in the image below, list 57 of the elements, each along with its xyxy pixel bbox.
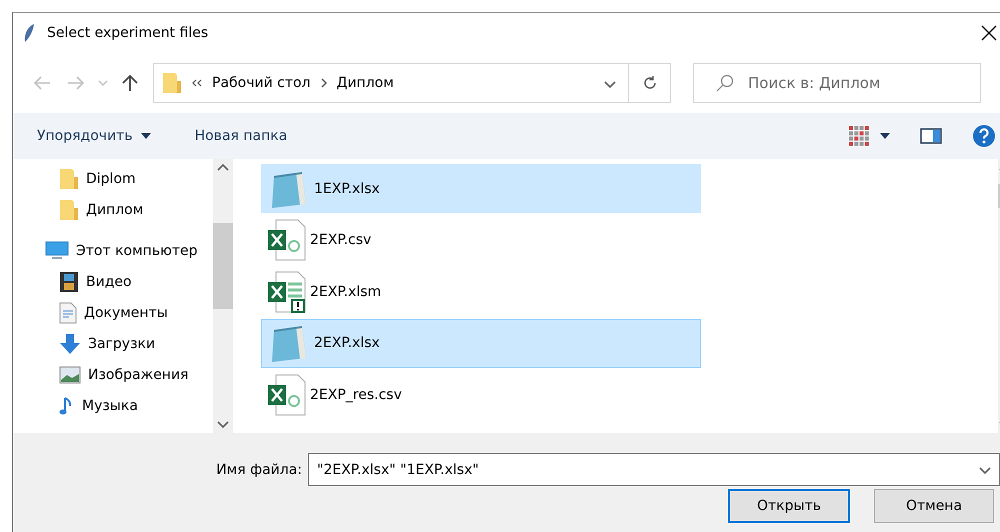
double-chevron-icon xyxy=(192,79,202,87)
folder-icon xyxy=(59,198,79,222)
breadcrumb[interactable]: Диплом xyxy=(336,75,394,91)
filename-field[interactable]: "2EXP.xlsx" "1EXP.xlsx" xyxy=(308,453,1000,486)
folder-icon xyxy=(59,166,79,190)
document-icon xyxy=(59,302,77,324)
arrow-right-icon xyxy=(67,76,85,90)
file-row[interactable]: 2EXP.xlsx xyxy=(261,318,701,368)
sidebar-item[interactable]: Загрузки xyxy=(13,328,213,359)
file-row[interactable]: 2EXP_res.csv xyxy=(261,370,701,419)
cancel-button[interactable]: Отмена xyxy=(874,489,994,523)
sidebar-item[interactable]: Диплом xyxy=(13,194,213,225)
arrow-up-icon xyxy=(122,74,138,92)
caret-icon xyxy=(880,133,890,139)
sidebar-item[interactable]: Этот компьютер xyxy=(13,235,213,266)
help-icon xyxy=(972,124,996,148)
window-title: Select experiment files xyxy=(47,25,210,41)
chevron-down-icon xyxy=(98,80,108,86)
sidebar-scrollbar[interactable] xyxy=(213,159,233,433)
folder-icon xyxy=(162,71,182,95)
chevron-down-icon xyxy=(604,80,616,88)
film-icon xyxy=(59,270,79,292)
image-icon xyxy=(59,366,81,384)
grid-icon xyxy=(848,125,870,147)
chevron-right-icon xyxy=(320,78,327,88)
sidebar-item[interactable]: Изображения xyxy=(13,359,213,390)
chevron-up-icon xyxy=(217,163,229,171)
address-bar[interactable]: Рабочий стол Диплом xyxy=(153,63,671,103)
pane-icon xyxy=(920,128,942,144)
filename-input[interactable]: "2EXP.xlsx" "1EXP.xlsx" xyxy=(315,460,971,478)
breadcrumb[interactable]: Рабочий стол xyxy=(212,75,311,91)
feather-icon xyxy=(23,23,35,43)
file-row[interactable]: 2EXP.csv xyxy=(261,216,701,264)
chevron-down-icon xyxy=(979,467,991,475)
file-row[interactable]: 2EXP.xlsm xyxy=(261,267,701,316)
refresh-icon xyxy=(642,75,658,91)
sidebar-item[interactable]: Diplom xyxy=(13,163,213,194)
organize-button[interactable]: Упорядочить xyxy=(27,124,161,148)
search-field[interactable]: Поиск в: Диплом xyxy=(693,63,981,103)
sidebar-item[interactable]: Музыка xyxy=(13,390,213,421)
caret-icon xyxy=(140,133,151,139)
sidebar-item[interactable]: Видео xyxy=(13,266,213,297)
open-button[interactable]: Открыть xyxy=(728,489,850,523)
filename-label: Имя файла: xyxy=(216,462,302,478)
download-arrow-icon xyxy=(59,332,81,354)
spreadsheet-file-icon xyxy=(266,218,306,262)
new-folder-button[interactable]: Новая папка xyxy=(184,124,298,148)
spreadsheet-file-icon xyxy=(266,372,306,416)
search-input[interactable]: Поиск в: Диплом xyxy=(748,74,968,92)
close-icon xyxy=(981,25,997,41)
sidebar-item[interactable]: Документы xyxy=(13,297,213,328)
search-icon xyxy=(716,74,734,92)
spreadsheet-file-icon xyxy=(266,270,306,314)
arrow-left-icon xyxy=(33,76,51,90)
file-row[interactable]: 1EXP.xlsx xyxy=(261,164,701,213)
monitor-icon xyxy=(45,240,69,260)
chevron-down-icon xyxy=(217,421,229,429)
